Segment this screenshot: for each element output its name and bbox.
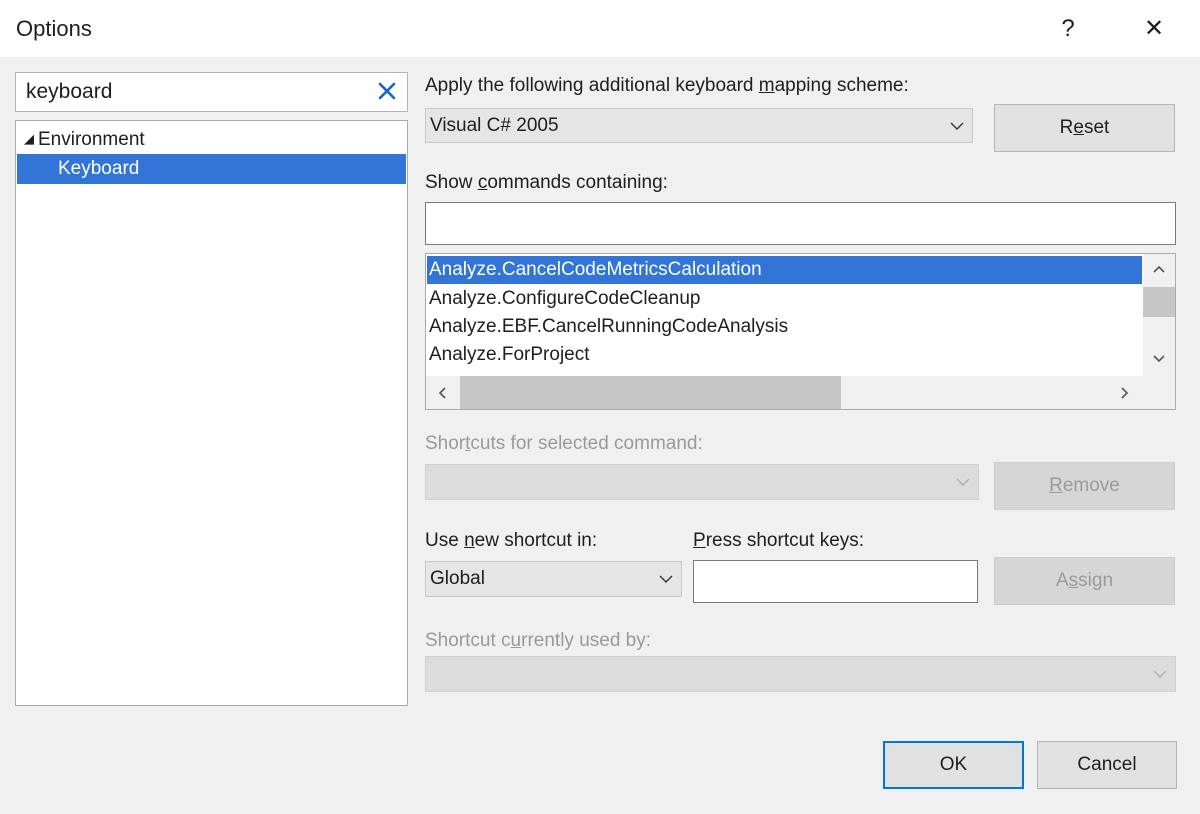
list-item[interactable]: Analyze.ForProject (427, 341, 1142, 369)
options-search-box[interactable]: keyboard (15, 72, 408, 112)
shortcut-keys-input[interactable] (693, 560, 978, 603)
shortcut-scope-combo[interactable]: Global (425, 561, 682, 597)
options-tree[interactable]: ◢ Environment Keyboard (15, 120, 408, 706)
commands-filter-input[interactable] (425, 202, 1176, 245)
use-new-shortcut-label: Use new shortcut in: (425, 530, 598, 551)
remove-button[interactable]: Remove (994, 462, 1175, 510)
scrollbar-corner (1143, 376, 1175, 409)
currently-used-label: Shortcut currently used by: (425, 630, 652, 651)
expand-triangle-icon[interactable]: ◢ (24, 131, 34, 146)
vertical-scroll-thumb[interactable] (1143, 287, 1175, 317)
dialog-title: Options (16, 16, 92, 41)
assign-button[interactable]: Assign (994, 557, 1175, 605)
title-bar (0, 0, 1200, 57)
list-item[interactable]: Analyze.ConfigureCodeCleanup (427, 285, 1142, 313)
horizontal-scrollbar[interactable] (426, 376, 1143, 409)
shortcut-scope-value: Global (430, 568, 485, 589)
search-input[interactable]: keyboard (26, 80, 112, 104)
show-commands-label: Show commands containing: (425, 172, 668, 193)
vertical-scrollbar[interactable] (1143, 254, 1175, 376)
scroll-down-icon[interactable] (1153, 355, 1165, 363)
tree-item-environment[interactable]: ◢ Environment (24, 129, 145, 151)
chevron-down-icon (950, 122, 964, 130)
reset-button[interactable]: Reset (994, 104, 1175, 152)
scroll-left-icon[interactable] (438, 387, 446, 399)
press-shortcut-keys-label: Press shortcut keys: (693, 530, 865, 551)
help-button[interactable]: ? (1045, 8, 1091, 50)
shortcuts-label: Shortcuts for selected command: (425, 433, 703, 454)
ok-button[interactable]: OK (883, 741, 1024, 789)
clear-search-icon[interactable] (375, 79, 399, 103)
list-item[interactable]: Analyze.CancelCodeMetricsCalculation (427, 256, 1142, 284)
horizontal-scroll-thumb[interactable] (460, 376, 841, 409)
scroll-up-icon[interactable] (1153, 265, 1165, 273)
scroll-right-icon[interactable] (1121, 387, 1129, 399)
currently-used-combo[interactable] (425, 656, 1176, 692)
chevron-down-icon (956, 478, 970, 486)
mapping-scheme-combo[interactable]: Visual C# 2005 (425, 108, 973, 143)
chevron-down-icon (659, 575, 673, 583)
cancel-button[interactable]: Cancel (1037, 741, 1177, 789)
commands-list[interactable]: Analyze.CancelCodeMetricsCalculation Ana… (425, 253, 1176, 410)
mapping-scheme-value: Visual C# 2005 (430, 115, 559, 136)
tree-item-keyboard[interactable]: Keyboard (17, 154, 406, 184)
list-item[interactable]: Analyze.EBF.CancelRunningCodeAnalysis (427, 313, 1142, 341)
shortcuts-combo[interactable] (425, 464, 979, 500)
chevron-down-icon (1153, 670, 1167, 678)
close-button[interactable]: ✕ (1131, 8, 1177, 50)
mapping-scheme-label: Apply the following additional keyboard … (425, 75, 909, 96)
